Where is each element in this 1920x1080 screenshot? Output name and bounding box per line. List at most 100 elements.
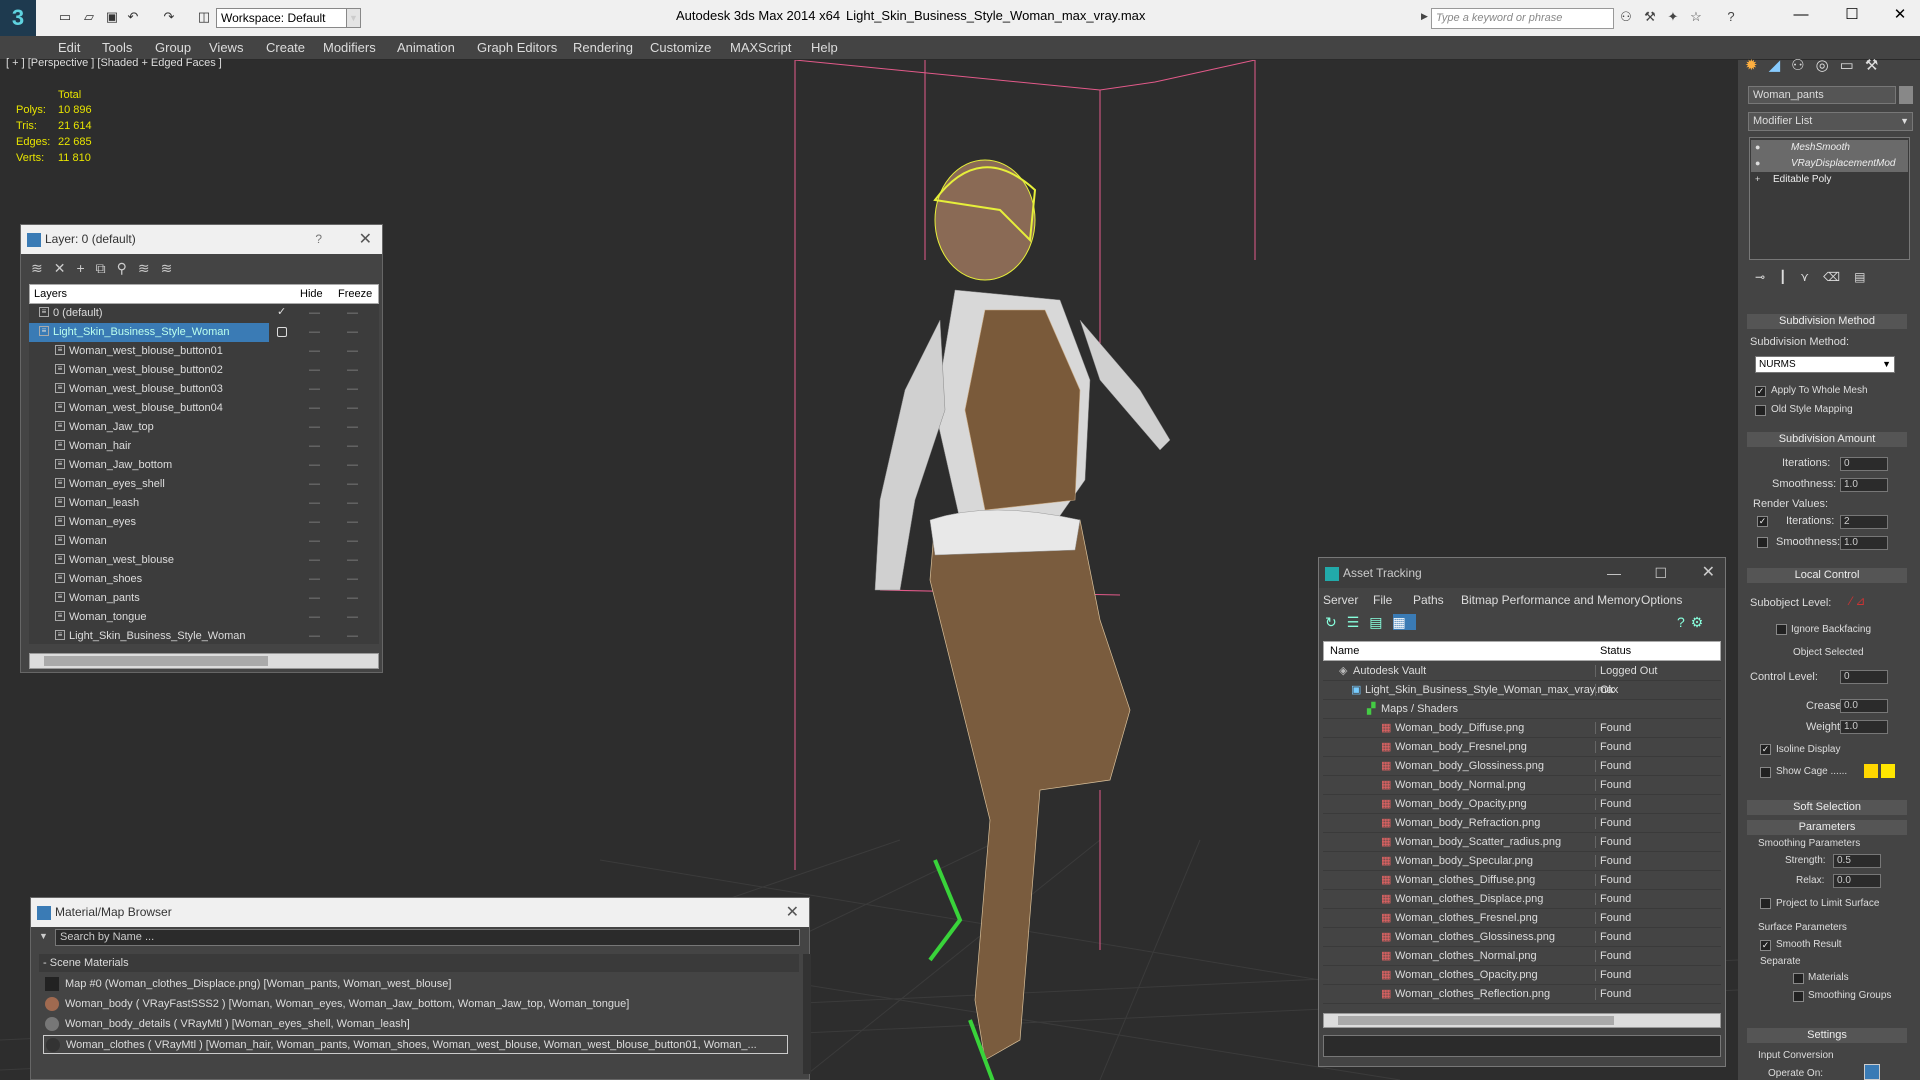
freeze-toggle[interactable]: — (347, 497, 358, 509)
make-unique-icon[interactable]: ⋎ (1800, 270, 1823, 284)
asset-row[interactable]: ▦ Woman_clothes_Diffuse.png Found (1323, 871, 1721, 890)
freeze-toggle[interactable]: — (347, 516, 358, 528)
cage-color-swatch[interactable] (1864, 764, 1878, 778)
horizontal-scrollbar[interactable] (29, 653, 379, 669)
layer-row[interactable]: ≡ Woman_leash — — (29, 494, 379, 513)
maximize-button[interactable]: ☐ (1654, 558, 1667, 588)
weight-spinner[interactable]: 1.0 (1840, 720, 1888, 734)
freeze-toggle[interactable]: — (347, 345, 358, 357)
freeze-toggle[interactable]: — (347, 459, 358, 471)
menu-tools[interactable]: Tools (102, 40, 132, 55)
layer-row[interactable]: ≡ Woman_Jaw_bottom — — (29, 456, 379, 475)
menu-group[interactable]: Group (155, 40, 191, 55)
modifier-stack-item[interactable]: ● VRayDisplacementMod (1751, 156, 1908, 172)
menu-rendering[interactable]: Rendering (573, 40, 633, 55)
asset-row[interactable]: ▦ Woman_clothes_Reflection.png Found (1323, 985, 1721, 1004)
smooth-result-checkbox[interactable]: ✓ (1760, 940, 1771, 951)
hide-toggle[interactable]: — (309, 611, 320, 623)
asset-row[interactable]: ▦ Woman_body_Scatter_radius.png Found (1323, 833, 1721, 852)
freeze-toggle[interactable]: — (347, 402, 358, 414)
separate-materials-checkbox[interactable] (1793, 973, 1804, 984)
material-row[interactable]: Map #0 (Woman_clothes_Displace.png) [Wom… (43, 975, 788, 994)
asset-row[interactable]: ◈ Autodesk Vault Logged Out (1323, 662, 1721, 681)
remove-modifier-icon[interactable]: ⌫ (1823, 270, 1854, 284)
ignore-backfacing-checkbox[interactable] (1776, 624, 1787, 635)
freeze-toggle[interactable]: — (347, 630, 358, 642)
viewport-label[interactable]: [ + ] [Perspective ] [Shaded + Edged Fac… (6, 57, 222, 69)
asset-row[interactable]: ▦ Woman_body_Diffuse.png Found (1323, 719, 1721, 738)
freeze-toggle[interactable]: — (347, 535, 358, 547)
horizontal-scrollbar[interactable] (1323, 1013, 1721, 1028)
layer-row[interactable]: ≡ Woman_tongue — — (29, 608, 379, 627)
create-layer-icon[interactable]: ≋ (31, 260, 54, 276)
highlight-icon[interactable]: ⚲ (117, 260, 138, 276)
modifier-stack-item[interactable]: ● MeshSmooth (1751, 140, 1908, 156)
redo-icon[interactable]: ↷ (160, 8, 178, 26)
layer-row[interactable]: ≡ Woman_west_blouse_button04 — — (29, 399, 379, 418)
subdivision-method-select[interactable]: NURMS ▼ (1755, 356, 1895, 373)
asset-row[interactable]: ▦ Woman_body_Normal.png Found (1323, 776, 1721, 795)
asset-row[interactable]: ▦ Woman_clothes_Displace.png Found (1323, 890, 1721, 909)
hide-toggle[interactable]: — (309, 307, 320, 319)
menu-edit[interactable]: Edit (58, 40, 80, 55)
smoothness-spinner[interactable]: 1.0 (1840, 478, 1888, 492)
freeze-toggle[interactable]: — (347, 307, 358, 319)
hide-toggle[interactable]: — (309, 459, 320, 471)
hide-toggle[interactable]: — (309, 383, 320, 395)
layer-row[interactable]: ≡ Woman_shoes — — (29, 570, 379, 589)
hide-toggle[interactable]: — (309, 554, 320, 566)
lightbulb-icon[interactable]: ● (1755, 158, 1760, 168)
stack-toolbar[interactable]: ⊸┃⋎⌫▤ (1755, 270, 1910, 286)
render-iterations-checkbox[interactable]: ✓ (1757, 516, 1768, 527)
hide-toggle[interactable]: — (309, 497, 320, 509)
material-row[interactable]: Woman_body ( VRayFastSSS2 ) [Woman, Woma… (43, 995, 788, 1014)
hide-toggle[interactable]: — (309, 402, 320, 414)
asset-row[interactable]: ▦ Woman_body_Refraction.png Found (1323, 814, 1721, 833)
separate-smoothing-groups-checkbox[interactable] (1793, 991, 1804, 1002)
filter-dropdown-icon[interactable]: ▼ (39, 928, 49, 944)
layer-row[interactable]: ≡ Woman_west_blouse_button03 — — (29, 380, 379, 399)
menu-help[interactable]: Help (811, 40, 838, 55)
layer-row[interactable]: ≡ Woman_eyes_shell — — (29, 475, 379, 494)
hide-toggle[interactable]: — (309, 535, 320, 547)
subdivision-method-rollout[interactable]: Subdivision Method (1747, 314, 1907, 329)
save-icon[interactable]: ▣ (103, 8, 121, 26)
menu-create[interactable]: Create (266, 40, 305, 55)
refresh-icon[interactable]: ↻ (1325, 614, 1347, 630)
asset-menu-options[interactable]: Options (1641, 593, 1682, 607)
col-status[interactable]: Status (1600, 645, 1631, 657)
search-input[interactable]: Type a keyword or phrase (1431, 8, 1614, 29)
cage-selection-color-swatch[interactable] (1881, 764, 1895, 778)
select-objects-icon[interactable]: ⧉ (96, 260, 117, 276)
render-smoothness-checkbox[interactable] (1757, 537, 1768, 548)
close-icon[interactable]: ✕ (1702, 558, 1715, 588)
freeze-toggle[interactable]: — (347, 611, 358, 623)
menu-customize[interactable]: Customize (650, 40, 711, 55)
modify-tab-icon[interactable]: ◢ (1769, 57, 1792, 74)
menu-modifiers[interactable]: Modifiers (323, 40, 376, 55)
configure-sets-icon[interactable]: ▤ (1854, 270, 1879, 284)
modifier-list-dropdown[interactable]: Modifier List ▼ (1748, 112, 1913, 131)
asset-row[interactable]: ▦ Woman_clothes_Fresnel.png Found (1323, 909, 1721, 928)
layer-row[interactable]: ≡ Woman_Jaw_top — — (29, 418, 379, 437)
asset-menu-bitmap-performance-and-memory[interactable]: Bitmap Performance and Memory (1461, 593, 1640, 607)
old-style-mapping-checkbox[interactable] (1755, 405, 1766, 416)
asset-row[interactable]: ▦ Woman_clothes_Opacity.png Found (1323, 966, 1721, 985)
menu-animation[interactable]: Animation (397, 40, 455, 55)
operate-on-polygons-button[interactable] (1864, 1064, 1880, 1080)
vertical-scrollbar[interactable] (803, 954, 811, 1074)
layer-row[interactable]: ≡ Woman_west_blouse_button02 — — (29, 361, 379, 380)
close-icon[interactable]: ✕ (786, 898, 799, 927)
freeze-toggle[interactable]: — (347, 364, 358, 376)
asset-row[interactable]: ▦ Woman_body_Specular.png Found (1323, 852, 1721, 871)
freeze-toggle[interactable]: — (347, 592, 358, 604)
hide-toggle[interactable]: — (309, 478, 320, 490)
project-limit-surface-checkbox[interactable] (1760, 898, 1771, 909)
hide-toggle[interactable]: — (309, 326, 320, 338)
lightbulb-icon[interactable]: ● (1755, 142, 1760, 152)
help-icon[interactable]: ? (1722, 9, 1740, 27)
thumbnail-view-icon[interactable]: ▤ (1369, 614, 1392, 630)
hide-toggle[interactable]: — (309, 516, 320, 528)
list-view-icon[interactable]: ☰ (1347, 614, 1370, 630)
freeze-toggle[interactable]: — (347, 478, 358, 490)
